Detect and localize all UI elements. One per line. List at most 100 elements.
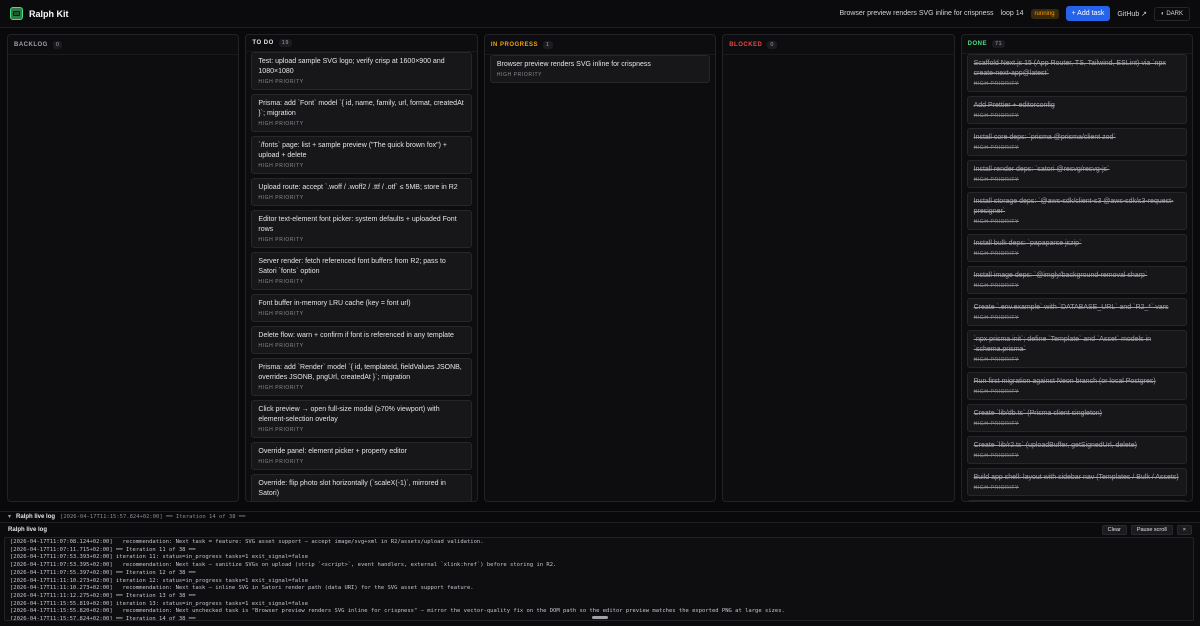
column-count: 1 bbox=[543, 40, 553, 49]
task-card[interactable]: Run first migration against Neon branch … bbox=[966, 371, 1188, 400]
caret-down-icon[interactable]: ▾ bbox=[8, 513, 11, 520]
log-line: [2026-04-17T11:07:53.395+02:00] recommen… bbox=[10, 562, 557, 569]
log-line: [2026-04-17T11:11:12.275+02:00] ══ Itera… bbox=[10, 592, 196, 599]
task-title: Scaffold Next.js 15 (App Router, TS, Tai… bbox=[973, 59, 1166, 77]
task-title: Delete flow: warn + confirm if font is r… bbox=[258, 332, 454, 340]
task-title: Run first migration against Neon branch … bbox=[973, 377, 1156, 385]
task-card[interactable]: Scaffold Next.js 15 (App Router, TS, Tai… bbox=[966, 53, 1188, 92]
log-line: [2026-04-17T11:11:10.273+02:00] recommen… bbox=[10, 585, 474, 592]
close-log-button[interactable]: × bbox=[1176, 525, 1192, 535]
clear-log-button[interactable]: Clear bbox=[1101, 525, 1127, 535]
task-title: Install image deps: `@imgly/background-r… bbox=[973, 271, 1148, 279]
task-title: Prisma: add `Render` model `{ id, templa… bbox=[258, 364, 462, 382]
task-priority: HIGH PRIORITY bbox=[258, 427, 304, 434]
task-priority: HIGH PRIORITY bbox=[258, 237, 304, 244]
column-blocked: BLOCKED 0 bbox=[722, 34, 955, 502]
column-cards: Browser preview renders SVG inline for c… bbox=[485, 55, 715, 83]
task-card[interactable]: Install render deps: `satori @resvg/resv… bbox=[966, 159, 1188, 188]
log-scrollbar[interactable] bbox=[592, 616, 608, 619]
task-title: Editor text-element font picker: system … bbox=[258, 216, 457, 234]
task-priority: HIGH PRIORITY bbox=[973, 176, 1019, 183]
task-title: Override: flip photo slot horizontally (… bbox=[258, 480, 446, 498]
task-card[interactable]: Test: upload sample SVG logo; verify cri… bbox=[251, 52, 472, 91]
column-header: BLOCKED 0 bbox=[723, 35, 954, 55]
task-card[interactable]: `/fonts` page: list + sample preview ("T… bbox=[251, 136, 472, 175]
column-count: 19 bbox=[278, 39, 292, 48]
column-title: DONE bbox=[967, 40, 987, 47]
task-card[interactable]: Create `.env.example` with `DATABASE_URL… bbox=[966, 297, 1188, 326]
task-card[interactable]: Override panel: element picker + propert… bbox=[251, 442, 472, 471]
task-priority: HIGH PRIORITY bbox=[973, 356, 1019, 363]
log-output[interactable]: [2026-04-17T11:07:08.124+02:00] recommen… bbox=[4, 537, 1194, 621]
task-priority: HIGH PRIORITY bbox=[973, 144, 1019, 151]
task-card[interactable]: Install core deps: `prisma @prisma/clien… bbox=[966, 127, 1188, 156]
task-card[interactable]: Add Prettier + editorconfig HIGH PRIORITY bbox=[966, 95, 1188, 124]
task-priority: HIGH PRIORITY bbox=[258, 195, 304, 202]
column-header: BACKLOG 0 bbox=[8, 35, 239, 55]
app-logo-icon bbox=[10, 7, 23, 20]
task-card[interactable]: Upload route: accept `.woff / .woff2 / .… bbox=[251, 178, 472, 207]
column-title: IN PROGRESS bbox=[490, 41, 538, 48]
log-line: [2026-04-17T11:07:08.124+02:00] recommen… bbox=[10, 539, 484, 545]
task-card[interactable]: `lib/cutout/useCutout.ts` — React hook w… bbox=[966, 499, 1188, 501]
task-card[interactable]: Click preview → open full-size modal (≥7… bbox=[251, 400, 472, 439]
task-priority: HIGH PRIORITY bbox=[496, 72, 543, 78]
task-card[interactable]: Override: flip photo slot horizontally (… bbox=[251, 474, 472, 501]
task-card[interactable]: Browser preview renders SVG inline for c… bbox=[489, 55, 711, 83]
column-count: 0 bbox=[767, 40, 777, 49]
log-header: Ralph live log Clear Pause scroll × bbox=[0, 523, 1200, 537]
column-backlog: BACKLOG 0 bbox=[7, 34, 240, 502]
task-title: Server render: fetch referenced font buf… bbox=[258, 258, 446, 276]
log-line: [2026-04-17T11:11:10.273+02:00] iteratio… bbox=[10, 577, 309, 584]
log-line: [2026-04-17T11:07:11.715+02:00] ══ Itera… bbox=[10, 546, 196, 553]
log-line: [2026-04-17T11:07:55.397+02:00] ══ Itera… bbox=[10, 569, 196, 576]
column-count: 0 bbox=[52, 40, 63, 49]
task-priority: HIGH PRIORITY bbox=[258, 385, 304, 392]
task-priority: HIGH PRIORITY bbox=[973, 80, 1019, 87]
task-card[interactable]: Install bulk deps: `papaparse jszip` HIGH… bbox=[966, 233, 1188, 262]
task-title: Test: upload sample SVG logo; verify cri… bbox=[258, 58, 445, 76]
task-card[interactable]: Create `lib/db.ts` (Prisma client single… bbox=[966, 403, 1188, 432]
task-priority: HIGH PRIORITY bbox=[973, 218, 1019, 225]
add-task-button[interactable]: + Add task bbox=[1065, 6, 1111, 21]
task-priority: HIGH PRIORITY bbox=[258, 343, 304, 350]
task-priority: HIGH PRIORITY bbox=[973, 484, 1019, 491]
task-card[interactable]: Font buffer in-memory LRU cache (key = f… bbox=[251, 294, 472, 323]
top-bar: Ralph Kit Browser preview renders SVG in… bbox=[0, 0, 1200, 28]
task-card[interactable]: Prisma: add `Render` model `{ id, templa… bbox=[251, 358, 472, 397]
column-count: 71 bbox=[991, 39, 1006, 48]
column-header: TO DO 19 bbox=[246, 35, 477, 53]
log-line: [2026-04-17T11:15:55.819+02:00] iteratio… bbox=[10, 600, 309, 607]
task-card[interactable]: Prisma: add `Font` model `{ id, name, fa… bbox=[251, 94, 472, 133]
task-title: `/fonts` page: list + sample preview ("T… bbox=[258, 142, 448, 160]
task-card[interactable]: Install storage deps: `@aws-sdk/client-s… bbox=[966, 191, 1188, 230]
column-cards: Test: upload sample SVG logo; verify cri… bbox=[246, 52, 476, 501]
task-title: `npx prisma init`; define `Template` and… bbox=[973, 335, 1152, 353]
theme-toggle-button[interactable]: ◐ DARK bbox=[1154, 6, 1190, 21]
column-title: TO DO bbox=[252, 40, 274, 47]
column-header: IN PROGRESS 1 bbox=[484, 35, 716, 55]
log-latest-line: [2026-04-17T11:15:57.824+02:00] ══ Itera… bbox=[60, 513, 246, 520]
task-card[interactable]: Delete flow: warn + confirm if font is r… bbox=[251, 326, 472, 355]
github-link[interactable]: GitHub ↗ bbox=[1117, 10, 1147, 18]
task-card[interactable]: Install image deps: `@imgly/background-r… bbox=[966, 265, 1188, 294]
task-priority: HIGH PRIORITY bbox=[258, 279, 304, 286]
loop-counter: loop 14 bbox=[1000, 10, 1024, 17]
task-card[interactable]: Server render: fetch referenced font buf… bbox=[251, 252, 472, 291]
task-card[interactable]: `npx prisma init`; define `Template` and… bbox=[966, 329, 1188, 368]
task-card[interactable]: Editor text-element font picker: system … bbox=[251, 210, 472, 249]
task-priority: HIGH PRIORITY bbox=[973, 282, 1019, 289]
pause-scroll-button[interactable]: Pause scroll bbox=[1130, 525, 1173, 535]
task-priority: HIGH PRIORITY bbox=[258, 121, 304, 128]
task-title: Create `lib/db.ts` (Prisma client single… bbox=[973, 409, 1103, 417]
task-card[interactable]: Create `lib/r2.ts` (uploadBuffer, getSig… bbox=[966, 435, 1188, 464]
task-title: Install core deps: `prisma @prisma/clien… bbox=[973, 133, 1116, 141]
task-title: Add Prettier + editorconfig bbox=[973, 101, 1055, 109]
column-title: BLOCKED bbox=[729, 41, 763, 48]
task-title: Prisma: add `Font` model `{ id, name, fa… bbox=[258, 100, 464, 118]
task-priority: HIGH PRIORITY bbox=[973, 112, 1019, 119]
log-toggle-bar[interactable]: ▾ Ralph live log [2026-04-17T11:15:57.82… bbox=[0, 511, 1200, 521]
task-priority: HIGH PRIORITY bbox=[258, 311, 304, 318]
task-card[interactable]: Build app shell: layout with sidebar nav… bbox=[966, 467, 1188, 496]
task-title: Build app shell: layout with sidebar nav… bbox=[973, 473, 1179, 481]
